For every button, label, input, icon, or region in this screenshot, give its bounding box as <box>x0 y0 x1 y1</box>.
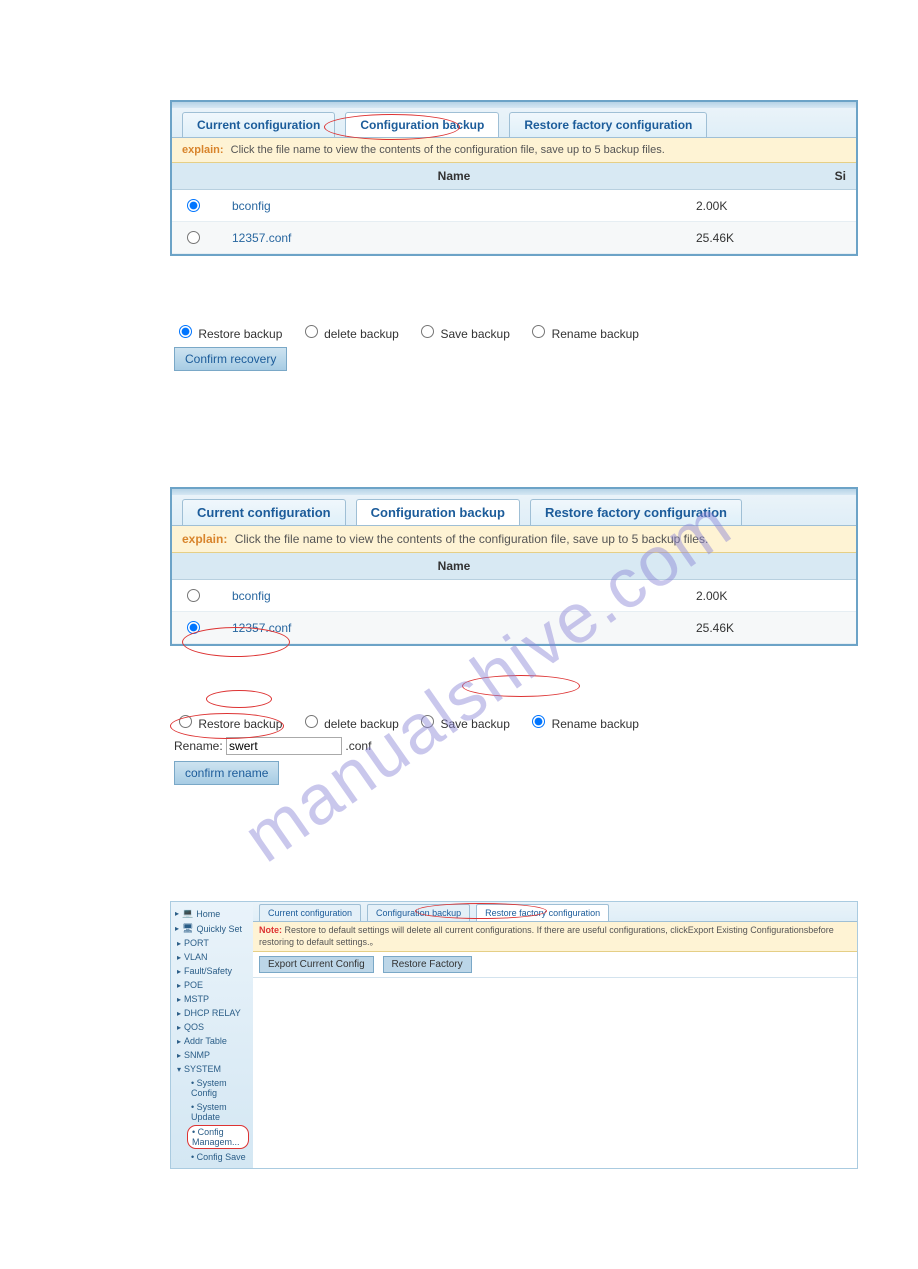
nav-qos[interactable]: QOS <box>171 1020 253 1034</box>
tab-backup[interactable]: Configuration backup <box>367 904 470 921</box>
tab-restore[interactable]: Restore factory configuration <box>509 112 707 137</box>
action-restore[interactable]: Restore backup <box>174 327 282 341</box>
nav-mstp[interactable]: MSTP <box>171 992 253 1006</box>
tab-backup[interactable]: Configuration backup <box>345 112 499 137</box>
col-size: Si <box>686 163 856 190</box>
rename-row: Rename: .conf <box>174 737 854 755</box>
nav-home[interactable]: 💻 Home <box>171 906 253 921</box>
annotation-ellipse <box>462 675 580 697</box>
table-row[interactable]: 12357.conf 25.46K <box>172 612 856 644</box>
rename-input[interactable] <box>226 737 342 755</box>
backup-table: Name Si bconfig 2.00K 12357.conf 25.46K <box>172 163 856 254</box>
action-delete[interactable]: delete backup <box>300 717 399 731</box>
nav-quick[interactable]: 🖥 Quickly Set <box>171 921 253 936</box>
file-link[interactable]: bconfig <box>232 589 271 603</box>
action-save[interactable]: Save backup <box>416 717 510 731</box>
action-restore[interactable]: Restore backup <box>174 717 282 731</box>
explain-text: Click the file name to view the contents… <box>235 532 709 546</box>
nav-configsave[interactable]: • Config Save <box>171 1150 253 1164</box>
nav-poe[interactable]: POE <box>171 978 253 992</box>
rename-suffix: .conf <box>345 739 371 753</box>
file-size: 2.00K <box>686 190 856 222</box>
file-link[interactable]: bconfig <box>232 199 271 213</box>
action-row: Restore backup delete backup Save backup… <box>170 696 858 791</box>
file-size: 25.46K <box>686 222 856 254</box>
tab-backup[interactable]: Configuration backup <box>356 499 520 525</box>
col-size <box>686 553 856 580</box>
tab-bar: Current configuration Configuration back… <box>172 495 856 526</box>
row-radio[interactable] <box>187 199 200 212</box>
export-config-button[interactable]: Export Current Config <box>259 956 374 973</box>
tab-current[interactable]: Current configuration <box>259 904 361 921</box>
table-row[interactable]: 12357.conf 25.46K <box>172 222 856 254</box>
nav-fault[interactable]: Fault/Safety <box>171 964 253 978</box>
col-name: Name <box>222 553 686 580</box>
explain-label: explain: <box>182 144 224 156</box>
table-row[interactable]: bconfig 2.00K <box>172 190 856 222</box>
row-radio[interactable] <box>187 231 200 244</box>
note-label: Note: <box>259 925 282 935</box>
col-name: Name <box>222 163 686 190</box>
tab-current[interactable]: Current configuration <box>182 112 335 137</box>
explain-bar: explain: Click the file name to view the… <box>172 138 856 163</box>
action-rename[interactable]: Rename backup <box>527 717 639 731</box>
file-size: 25.46K <box>686 612 856 644</box>
backup-table: Name bconfig 2.00K 12357.conf 25.46K <box>172 553 856 644</box>
nav-sysupdate[interactable]: • System Update <box>171 1100 253 1124</box>
rename-label: Rename: <box>174 739 223 753</box>
tab-current[interactable]: Current configuration <box>182 499 346 525</box>
note-bar: Note: Restore to default settings will d… <box>253 922 857 952</box>
note-text: Restore to default settings will delete … <box>259 925 834 947</box>
explain-bar: explain: Click the file name to view the… <box>172 526 856 553</box>
confirm-recovery-button[interactable]: Confirm recovery <box>174 347 287 371</box>
nav-configmgr[interactable]: • Config Managem... <box>187 1125 249 1149</box>
file-size: 2.00K <box>686 580 856 612</box>
full-ui: 💻 Home 🖥 Quickly Set PORT VLAN Fault/Saf… <box>170 901 858 1169</box>
nav-snmp[interactable]: SNMP <box>171 1048 253 1062</box>
table-row[interactable]: bconfig 2.00K <box>172 580 856 612</box>
tab-bar: Current configuration Configuration back… <box>172 108 856 138</box>
button-row: Export Current Config Restore Factory <box>253 952 857 978</box>
action-row: Restore backup delete backup Save backup… <box>170 306 858 377</box>
file-link[interactable]: 12357.conf <box>232 621 291 635</box>
tab-restore[interactable]: Restore factory configuration <box>476 904 609 921</box>
restore-factory-button[interactable]: Restore Factory <box>383 956 472 973</box>
row-radio[interactable] <box>187 621 200 634</box>
row-radio[interactable] <box>187 589 200 602</box>
tab-restore[interactable]: Restore factory configuration <box>530 499 742 525</box>
explain-text: Click the file name to view the contents… <box>231 144 665 156</box>
tab-bar: Current configuration Configuration back… <box>253 902 857 922</box>
confirm-rename-button[interactable]: confirm rename <box>174 761 279 785</box>
nav-sysconfig[interactable]: • System Config <box>171 1076 253 1100</box>
nav-system[interactable]: SYSTEM <box>171 1062 253 1076</box>
file-link[interactable]: 12357.conf <box>232 231 291 245</box>
action-save[interactable]: Save backup <box>416 327 510 341</box>
nav-port[interactable]: PORT <box>171 936 253 950</box>
explain-label: explain: <box>182 532 227 546</box>
action-delete[interactable]: delete backup <box>300 327 399 341</box>
action-rename[interactable]: Rename backup <box>527 327 639 341</box>
sidebar: 💻 Home 🖥 Quickly Set PORT VLAN Fault/Saf… <box>171 902 253 1168</box>
main-area: Current configuration Configuration back… <box>253 902 857 1168</box>
nav-addr[interactable]: Addr Table <box>171 1034 253 1048</box>
nav-vlan[interactable]: VLAN <box>171 950 253 964</box>
nav-dhcp[interactable]: DHCP RELAY <box>171 1006 253 1020</box>
